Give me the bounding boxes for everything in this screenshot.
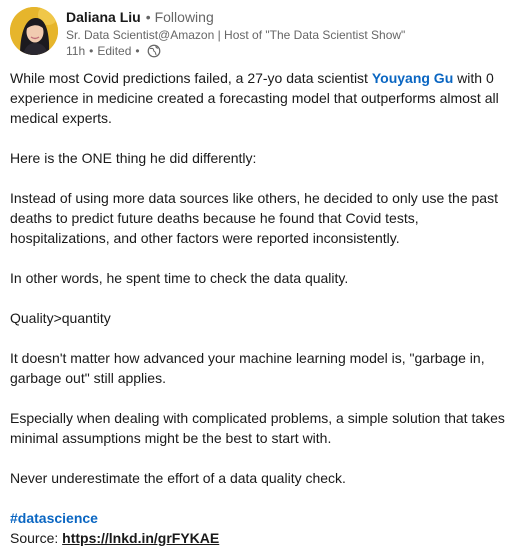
name-row: Daliana Liu • Following [66,7,516,27]
avatar[interactable] [10,7,58,55]
time-separator: • [89,44,94,58]
hashtag-link[interactable]: #datascience [10,510,98,526]
author-name[interactable]: Daliana Liu [66,9,141,25]
post-body: While most Covid predictions failed, a 2… [10,68,522,548]
author-headline: Sr. Data Scientist@Amazon | Host of "The… [66,28,406,42]
post-paragraph-3: Instead of using more data sources like … [10,190,498,246]
post-paragraph-5: Quality>quantity [10,310,111,326]
post-text: While most Covid predictions failed, a 2… [10,70,372,86]
post-time[interactable]: 11h [66,43,85,59]
hashtag-line: #datascience [10,508,522,528]
post-paragraph-1: While most Covid predictions failed, a 2… [10,68,522,128]
source-label: Source: [10,530,63,546]
source-line: Source: https://lnkd.in/grFYKAE [10,528,522,548]
post-paragraph-4: In other words, he spent time to check t… [10,270,349,286]
post-paragraph-6: It doesn't matter how advanced your mach… [10,350,485,386]
visibility-separator: • [135,44,140,58]
source-link[interactable]: https://lnkd.in/grFYKAE [62,530,219,546]
post-header: Daliana Liu • Following Sr. Data Scientist… [10,7,520,59]
post-paragraph-8: Never underestimate the effort of a data… [10,470,346,486]
mention-link[interactable]: Youyang Gu [372,70,453,86]
post-paragraph-2: Here is the ONE thing he did differently… [10,150,257,166]
linkedin-post: Daliana Liu • Following Sr. Data Scientist… [0,0,530,554]
globe-icon [147,44,161,58]
avatar-image [10,7,58,55]
following-status[interactable]: Following [155,9,214,25]
post-paragraph-7: Especially when dealing with complicated… [10,410,505,446]
edited-label: Edited [97,44,132,58]
author-meta: Daliana Liu • Following Sr. Data Scientist… [66,7,516,59]
name-separator: • [145,9,151,25]
post-timestamp-row: 11h • Edited • [66,43,516,59]
